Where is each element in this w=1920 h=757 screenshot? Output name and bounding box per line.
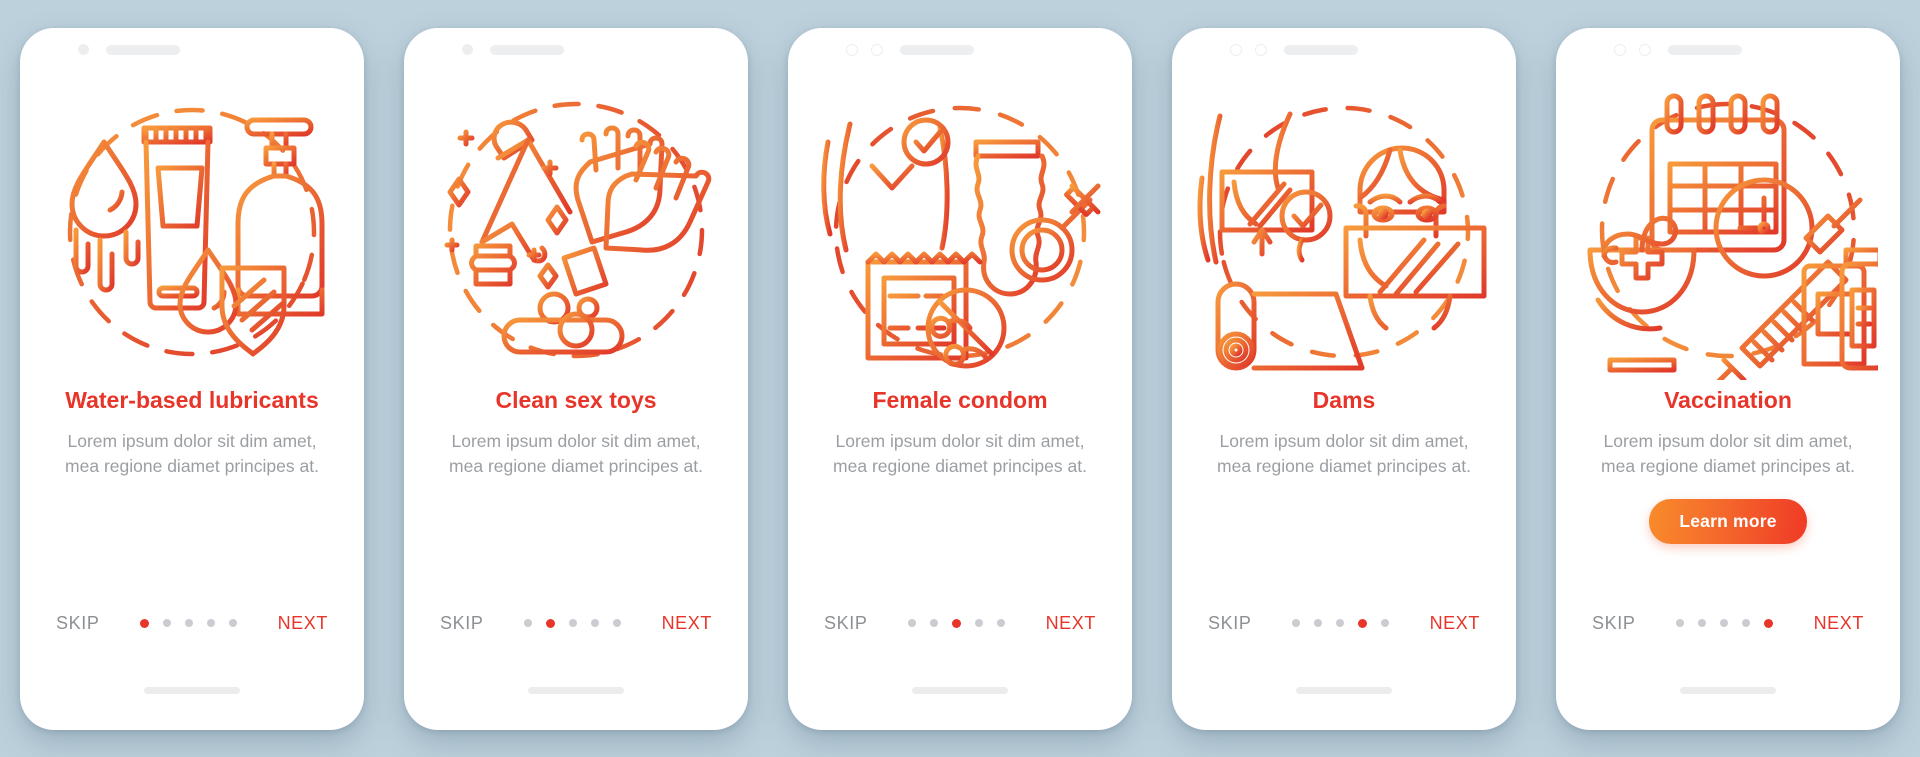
camera-icon: [78, 44, 89, 55]
page-description: Lorem ipsum dolor sit dim amet, mea regi…: [833, 430, 1087, 476]
onboarding-phone-screen: Female condom Lorem ipsum dolor sit dim a…: [788, 27, 1132, 730]
skip-button[interactable]: SKIP: [440, 613, 483, 634]
pagination-dot[interactable]: [185, 619, 193, 627]
speaker-grille-icon: [490, 44, 564, 55]
skip-button[interactable]: SKIP: [1208, 613, 1251, 634]
skip-button[interactable]: SKIP: [56, 613, 99, 634]
pagination-dot[interactable]: [613, 619, 621, 627]
sensor-icon: [871, 43, 883, 56]
next-button[interactable]: NEXT: [278, 613, 328, 634]
phone-status-notch: [20, 28, 364, 72]
speaker-grille-icon: [1668, 44, 1742, 55]
pagination-dot[interactable]: [1292, 619, 1300, 627]
pagination-dot[interactable]: [569, 619, 577, 627]
pagination-dots: [1292, 618, 1389, 628]
home-indicator: [1680, 686, 1776, 694]
pagination-dot[interactable]: [229, 619, 237, 627]
next-button[interactable]: NEXT: [662, 613, 712, 634]
pagination-dot[interactable]: [930, 619, 938, 627]
next-button[interactable]: NEXT: [1430, 613, 1480, 634]
home-indicator: [912, 686, 1008, 694]
home-indicator: [144, 686, 240, 694]
pagination-dot[interactable]: [207, 619, 215, 627]
camera-icon: [462, 44, 473, 55]
sensor-icon: [1255, 43, 1267, 56]
pagination-dot-active[interactable]: [140, 618, 149, 628]
camera-icon: [1230, 43, 1242, 56]
illustration-female-condom-package-no-sperm: [810, 80, 1110, 380]
onboarding-phone-screen: Vaccination Lorem ipsum dolor sit dim ame…: [1556, 27, 1900, 730]
pagination-dot[interactable]: [591, 619, 599, 627]
pagination-dots: [524, 618, 621, 628]
pagination-dot[interactable]: [1698, 619, 1706, 627]
pagination-dots: [140, 618, 237, 628]
pagination-dot-active[interactable]: [1358, 618, 1367, 628]
page-description: Lorem ipsum dolor sit dim amet, mea regi…: [449, 430, 703, 476]
page-title: Vaccination: [1664, 386, 1792, 413]
pagination-dot[interactable]: [1720, 619, 1728, 627]
pagination-dot[interactable]: [524, 619, 532, 627]
camera-icon: [846, 43, 858, 56]
pagination-dot[interactable]: [908, 619, 916, 627]
page-title: Clean sex toys: [495, 386, 657, 413]
page-description: Lorem ipsum dolor sit dim amet, mea regi…: [65, 430, 319, 476]
pagination-dot[interactable]: [1314, 619, 1322, 627]
onboarding-phone-screen: Water-based lubricants Lorem ipsum dolor …: [20, 27, 364, 730]
learn-more-button[interactable]: Learn more: [1649, 498, 1807, 544]
speaker-grille-icon: [1284, 44, 1358, 55]
pagination-dot[interactable]: [1676, 619, 1684, 627]
phone-status-notch: [1556, 28, 1900, 72]
onboarding-phone-screen: Dams Lorem ipsum dolor sit dim amet, mea …: [1172, 27, 1516, 730]
onboarding-navigation: SKIP NEXT: [788, 613, 1132, 634]
illustration-lubricant-bottles-drop-shield: [42, 80, 342, 380]
phone-status-notch: [788, 28, 1132, 72]
next-button[interactable]: NEXT: [1814, 613, 1864, 634]
home-indicator: [1296, 686, 1392, 694]
pagination-dot[interactable]: [1742, 619, 1750, 627]
illustration-dental-dam-woman-roll-check: [1194, 80, 1494, 380]
pagination-dot[interactable]: [997, 619, 1005, 627]
onboarding-navigation: SKIP NEXT: [404, 613, 748, 634]
page-description: Lorem ipsum dolor sit dim amet, mea regi…: [1601, 430, 1855, 476]
phone-status-notch: [1172, 28, 1516, 72]
pagination-dot[interactable]: [1336, 619, 1344, 627]
illustration-calendar-clock-pharmacy-syringe-vials: [1578, 80, 1878, 380]
pagination-dots: [908, 618, 1005, 628]
skip-button[interactable]: SKIP: [1592, 613, 1635, 634]
onboarding-screens-row: Water-based lubricants Lorem ipsum dolor …: [0, 0, 1920, 757]
speaker-grille-icon: [900, 44, 974, 55]
onboarding-navigation: SKIP NEXT: [1172, 613, 1516, 634]
phone-status-notch: [404, 28, 748, 72]
next-button[interactable]: NEXT: [1046, 613, 1096, 634]
pagination-dot[interactable]: [1381, 619, 1389, 627]
onboarding-navigation: SKIP NEXT: [1556, 613, 1900, 634]
pagination-dot[interactable]: [975, 619, 983, 627]
pagination-dots: [1676, 618, 1773, 628]
illustration-sex-toy-gloves-soap-sparkles: [426, 80, 726, 380]
onboarding-navigation: SKIP NEXT: [20, 613, 364, 634]
pagination-dot-active[interactable]: [1764, 618, 1773, 628]
pagination-dot-active[interactable]: [546, 618, 555, 628]
onboarding-phone-screen: Clean sex toys Lorem ipsum dolor sit dim …: [404, 27, 748, 730]
speaker-grille-icon: [106, 44, 180, 55]
camera-icon: [1614, 43, 1626, 56]
skip-button[interactable]: SKIP: [824, 613, 867, 634]
pagination-dot-active[interactable]: [952, 618, 961, 628]
page-title: Dams: [1312, 386, 1376, 413]
sensor-icon: [1639, 43, 1651, 56]
pagination-dot[interactable]: [163, 619, 171, 627]
page-title: Water-based lubricants: [65, 386, 319, 413]
home-indicator: [528, 686, 624, 694]
page-description: Lorem ipsum dolor sit dim amet, mea regi…: [1217, 430, 1471, 476]
page-title: Female condom: [872, 386, 1048, 413]
